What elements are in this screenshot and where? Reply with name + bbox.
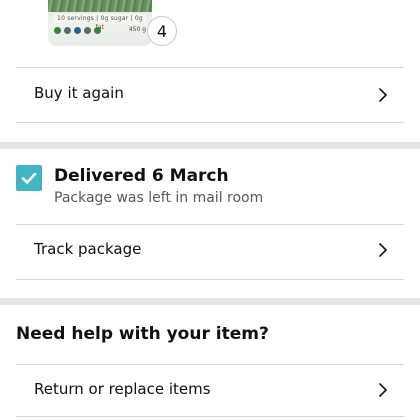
product-section: 10 servings | 0g sugar | 0g fat 450 g 4 (0, 0, 420, 62)
organic-badge-icon (54, 26, 61, 34)
section-divider (0, 142, 420, 149)
product-image[interactable]: 10 servings | 0g sugar | 0g fat 450 g (48, 0, 152, 46)
buy-it-again-label: Buy it again (34, 84, 124, 102)
product-weight: 450 g (128, 26, 146, 33)
check-icon (21, 172, 37, 184)
certification-badge-icon (94, 26, 101, 34)
divider (16, 122, 404, 123)
delivery-status-title: Delivered 6 March (54, 166, 229, 186)
delivery-status-subtitle: Package was left in mail room (54, 190, 264, 206)
chevron-right-icon (379, 243, 387, 257)
certification-badge-icon (74, 26, 81, 34)
return-or-replace-label: Return or replace items (34, 380, 211, 398)
return-or-replace-row[interactable]: Return or replace items (0, 365, 420, 415)
product-image-foliage (48, 0, 152, 12)
chevron-right-icon (379, 383, 387, 397)
buy-it-again-row[interactable]: Buy it again (0, 68, 420, 122)
order-details-page: 10 servings | 0g sugar | 0g fat 450 g 4 … (0, 0, 420, 420)
certification-badge-icon (64, 26, 71, 34)
chevron-right-icon (379, 88, 387, 102)
track-package-row[interactable]: Track package (0, 225, 420, 279)
certification-badge-icon (84, 26, 91, 34)
delivered-check-icon (16, 165, 42, 191)
divider (16, 416, 404, 417)
help-heading: Need help with your item? (16, 324, 269, 344)
section-divider (0, 298, 420, 305)
quantity-badge: 4 (147, 16, 177, 46)
divider (16, 279, 404, 280)
track-package-label: Track package (34, 240, 142, 258)
product-label-text: 10 servings | 0g sugar | 0g fat (54, 14, 146, 31)
